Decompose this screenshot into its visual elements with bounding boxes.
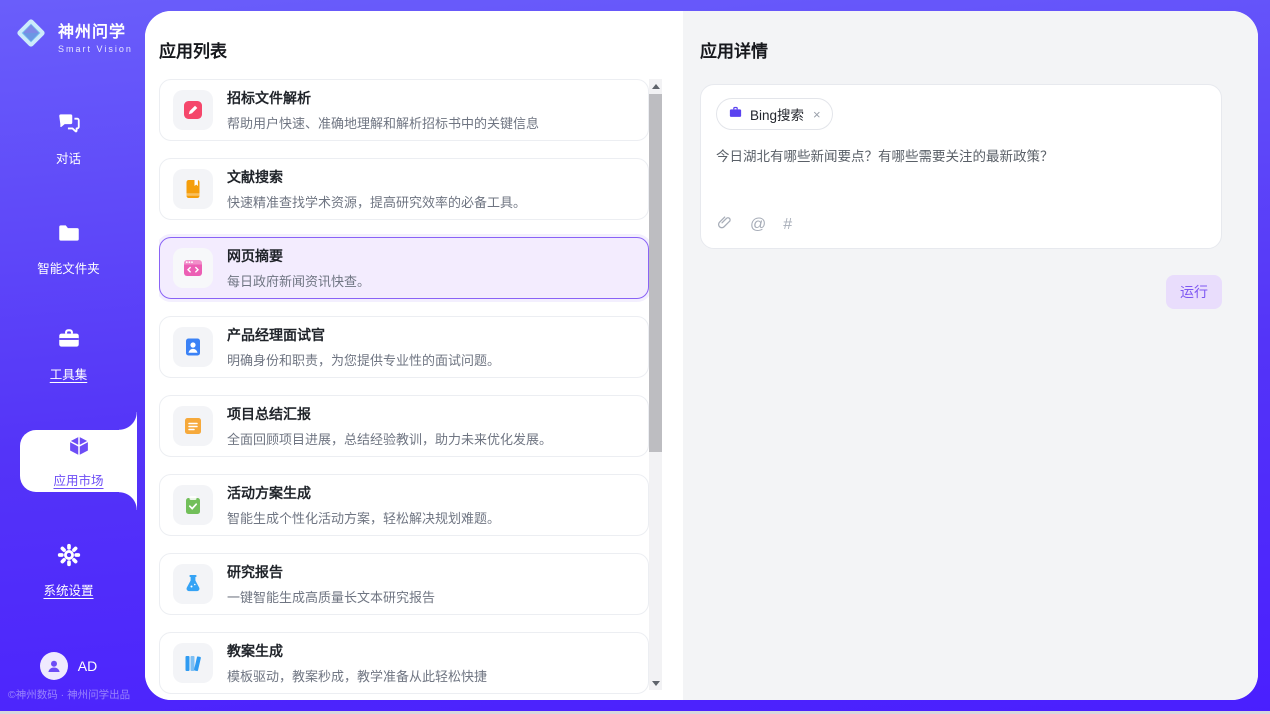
- books-icon: [173, 643, 213, 683]
- person-doc-icon: [173, 327, 213, 367]
- app-card-research-report[interactable]: 研究报告一键智能生成高质量长文本研究报告: [159, 553, 649, 615]
- briefcase-icon: [728, 105, 743, 123]
- tool-chip-label: Bing搜索: [750, 104, 804, 124]
- app-card-lesson-plan[interactable]: 教案生成模板驱动，教案秒成，教学准备从此轻松快捷: [159, 632, 649, 694]
- app-list-panel: 应用列表 招标文件解析帮助用户快速、准确地理解和解析招标书中的关键信息文献搜索快…: [145, 11, 683, 700]
- sidebar-item-label: 工具集: [50, 364, 88, 383]
- avatar: [40, 652, 68, 680]
- attach-toolbar: @ #: [716, 214, 1206, 236]
- query-card: Bing搜索 × 今日湖北有哪些新闻要点？有哪些需要关注的最新政策？ @ #: [700, 84, 1222, 249]
- app-window: 神州问学 Smart Vision 对话智能文件夹工具集应用市场系统设置 AD …: [0, 0, 1270, 714]
- app-card-title: 招标文件解析: [227, 88, 539, 108]
- app-card-title: 教案生成: [227, 641, 487, 661]
- sidebar-item-chat[interactable]: 对话: [0, 110, 137, 167]
- clipboard-icon: [173, 485, 213, 525]
- brand-logo: 神州问学 Smart Vision: [12, 14, 133, 57]
- user-profile[interactable]: AD: [0, 652, 137, 680]
- scrollbar[interactable]: [649, 79, 662, 690]
- tool-chip-bing-search[interactable]: Bing搜索 ×: [716, 98, 833, 130]
- app-card-title: 活动方案生成: [227, 483, 500, 503]
- paperclip-icon[interactable]: [716, 214, 733, 236]
- brand-subtitle: Smart Vision: [58, 44, 133, 54]
- edit-icon: [173, 90, 213, 130]
- app-card-desc: 快速精准查找学术资源，提高研究效率的必备工具。: [227, 192, 526, 211]
- scrollbar-thumb[interactable]: [649, 94, 662, 452]
- book-icon: [173, 169, 213, 209]
- app-detail-panel: 应用详情 Bing搜索 × 今日湖北有哪些新闻要点？有哪些需要关注的最新政策？: [683, 11, 1258, 700]
- app-card-title: 项目总结汇报: [227, 404, 552, 424]
- app-card-pm-interviewer[interactable]: 产品经理面试官明确身份和职责，为您提供专业性的面试问题。: [159, 316, 649, 378]
- brand-name: 神州问学: [58, 18, 133, 42]
- app-card-bid-doc-analysis[interactable]: 招标文件解析帮助用户快速、准确地理解和解析招标书中的关键信息: [159, 79, 649, 141]
- sidebar-item-label: 智能文件夹: [37, 258, 100, 277]
- app-card-title: 文献搜索: [227, 167, 526, 187]
- app-card-title: 网页摘要: [227, 246, 370, 266]
- app-card-list: 招标文件解析帮助用户快速、准确地理解和解析招标书中的关键信息文献搜索快速精准查找…: [159, 79, 649, 700]
- scroll-up-icon[interactable]: [649, 79, 662, 93]
- app-card-title: 产品经理面试官: [227, 325, 500, 345]
- app-card-literature-search[interactable]: 文献搜索快速精准查找学术资源，提高研究效率的必备工具。: [159, 158, 649, 220]
- app-list-title: 应用列表: [159, 37, 683, 62]
- browser-icon: [173, 248, 213, 288]
- sidebar-item-smart-folder[interactable]: 智能文件夹: [0, 220, 137, 277]
- sidebar-item-label: 系统设置: [43, 580, 93, 599]
- app-card-desc: 每日政府新闻资讯快查。: [227, 271, 370, 290]
- mention-icon[interactable]: @: [750, 217, 766, 233]
- app-card-desc: 模板驱动，教案秒成，教学准备从此轻松快捷: [227, 666, 487, 685]
- folder-icon: [56, 220, 82, 251]
- sidebar-item-label: 对话: [56, 148, 81, 167]
- brand-diamond-icon: [12, 14, 50, 57]
- chip-remove-icon[interactable]: ×: [813, 107, 821, 122]
- flask-icon: [173, 564, 213, 604]
- query-text[interactable]: 今日湖北有哪些新闻要点？有哪些需要关注的最新政策？: [716, 147, 1206, 214]
- chat-icon: [56, 110, 82, 141]
- scroll-down-icon[interactable]: [649, 676, 662, 690]
- user-label: AD: [78, 658, 97, 674]
- hash-icon[interactable]: #: [783, 217, 792, 233]
- gear-icon: [56, 542, 82, 573]
- sidebar-item-app-market[interactable]: 应用市场: [20, 430, 137, 492]
- sidebar-item-toolset[interactable]: 工具集: [0, 326, 137, 383]
- app-card-desc: 智能生成个性化活动方案，轻松解决规划难题。: [227, 508, 500, 527]
- app-card-web-summary[interactable]: 网页摘要每日政府新闻资讯快查。: [159, 237, 649, 299]
- app-card-desc: 全面回顾项目进展，总结经验教训，助力未来优化发展。: [227, 429, 552, 448]
- note-icon: [173, 406, 213, 446]
- app-card-desc: 一键智能生成高质量长文本研究报告: [227, 587, 435, 606]
- app-card-desc: 帮助用户快速、准确地理解和解析招标书中的关键信息: [227, 113, 539, 132]
- app-detail-title: 应用详情: [700, 37, 1222, 62]
- sidebar-item-system-settings[interactable]: 系统设置: [0, 542, 137, 599]
- copyright: ©神州数码 · 神州问学出品: [8, 687, 130, 702]
- cube-icon: [66, 434, 92, 465]
- app-card-desc: 明确身份和职责，为您提供专业性的面试问题。: [227, 350, 500, 369]
- sidebar-item-label: 应用市场: [53, 470, 103, 489]
- app-card-project-summary[interactable]: 项目总结汇报全面回顾项目进展，总结经验教训，助力未来优化发展。: [159, 395, 649, 457]
- sidebar: 神州问学 Smart Vision 对话智能文件夹工具集应用市场系统设置 AD …: [0, 0, 137, 714]
- run-button[interactable]: 运行: [1166, 275, 1222, 309]
- main-panel: 应用列表 招标文件解析帮助用户快速、准确地理解和解析招标书中的关键信息文献搜索快…: [145, 11, 1258, 700]
- app-card-title: 研究报告: [227, 562, 435, 582]
- app-card-event-plan[interactable]: 活动方案生成智能生成个性化活动方案，轻松解决规划难题。: [159, 474, 649, 536]
- briefcase-icon: [56, 326, 82, 357]
